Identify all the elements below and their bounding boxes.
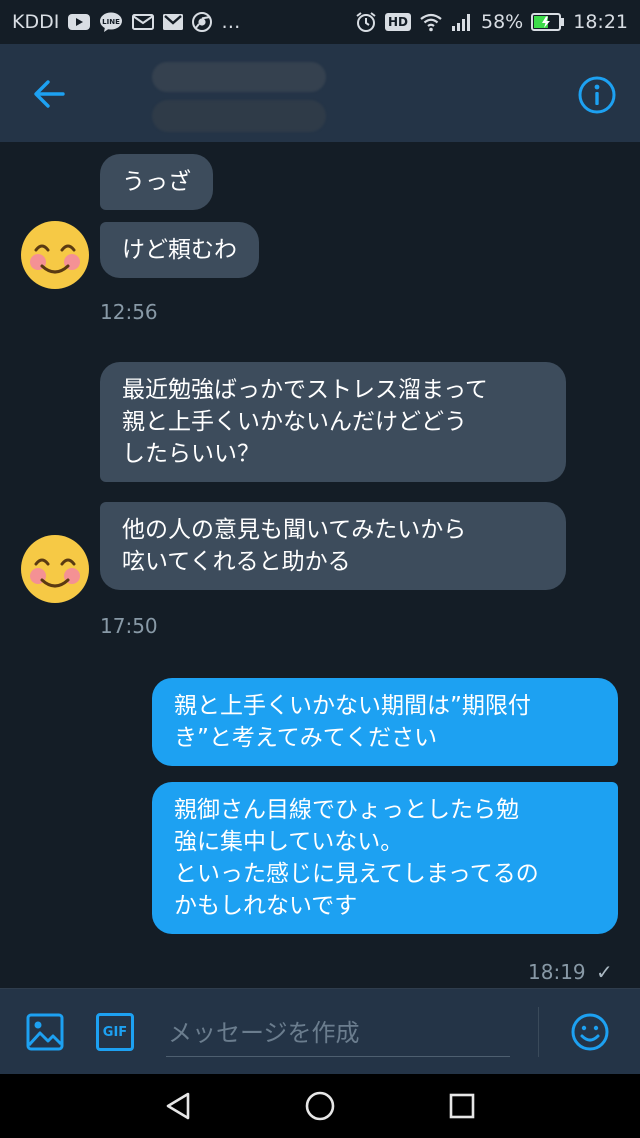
status-bar: KDDI LINE … HD 58% 18:21 [0,0,640,44]
contact-avatar[interactable] [18,218,92,292]
nav-recents-button[interactable] [442,1088,482,1124]
nav-back-icon [166,1092,190,1120]
battery-icon [531,13,565,31]
nav-home-icon [305,1091,335,1121]
line-icon: LINE [100,12,123,32]
compose-bar: GIF メッセージを作成 [0,988,640,1074]
system-navigation-bar [0,1074,640,1138]
gmail-icon [163,14,184,30]
nav-recents-icon [449,1093,475,1119]
info-icon [578,76,616,114]
signal-icon [452,14,470,31]
message-timestamp: 12:56 [100,300,158,324]
received-message[interactable]: うっざ [100,154,213,210]
arrow-left-icon [34,80,65,108]
compose-divider [538,1007,539,1057]
line-badge-text: LINE [102,18,120,26]
contact-name-redacted [152,62,326,92]
message-timestamp: 17:50 [100,614,158,638]
read-checkmark-icon: ✓ [596,960,613,984]
message-timestamp: 18:19 [528,960,586,984]
chrome-icon [192,12,213,32]
received-message[interactable]: 他の人の意見も聞いてみたいから 呟いてくれると助かる [100,502,566,590]
contact-avatar[interactable] [18,532,92,606]
back-button[interactable] [26,72,74,116]
gif-button[interactable]: GIF [96,1013,134,1051]
message-input[interactable]: メッセージを作成 [166,1005,510,1057]
message-thread[interactable]: うっざ けど頼むわ 12:56 最近勉強ばっかでストレス溜まって 親と上手くいか… [0,142,640,988]
message-input-placeholder: メッセージを作成 [168,1019,360,1047]
nav-back-button[interactable] [158,1088,198,1124]
youtube-icon [68,14,91,30]
battery-percent: 58% [481,11,524,33]
sent-message[interactable]: 親と上手くいかない期間は”期限付 き”と考えてみてください [152,678,618,766]
received-message[interactable]: 最近勉強ばっかでストレス溜まって 親と上手くいかないんだけどどう したらいい？ [100,362,566,482]
info-button[interactable] [572,70,622,120]
image-icon[interactable] [26,1013,64,1051]
clock: 18:21 [573,11,628,33]
contact-handle-redacted [152,100,326,132]
received-message[interactable]: けど頼むわ [100,222,259,278]
mail-icon [132,14,155,30]
more-notifications: … [221,11,241,33]
gif-label: GIF [102,1024,128,1040]
conversation-header [0,44,640,142]
sent-message[interactable]: 親御さん目線でひょっとしたら勉 強に集中していない。 といった感じに見えてしまっ… [152,782,618,934]
hd-badge: HD [384,13,411,31]
emoji-icon[interactable] [570,1012,610,1052]
nav-home-button[interactable] [300,1088,340,1124]
alarm-icon [356,12,376,32]
carrier-label: KDDI [12,11,60,33]
wifi-icon [420,13,442,32]
